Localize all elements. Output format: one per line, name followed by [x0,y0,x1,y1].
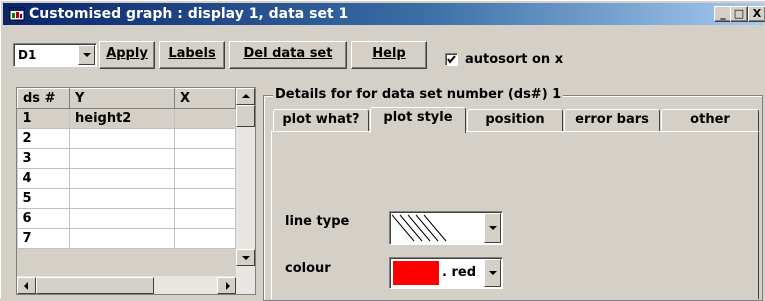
apply-button[interactable]: Apply [99,41,155,69]
customised-graph-window: Customised graph : display 1, data set 1… [0,0,765,301]
column-header-y[interactable]: Y [69,88,175,109]
close-button[interactable]: X [748,6,765,22]
colour-arrow[interactable] [484,259,501,287]
row-x-cell[interactable] [174,108,236,129]
row-y-cell[interactable] [69,128,175,149]
del-data-set-button[interactable]: Del data set [229,41,347,69]
row-y-cell[interactable] [69,148,175,169]
arrow-up-icon [241,93,250,98]
display-select-arrow[interactable] [78,45,95,65]
arrow-down-icon [241,255,250,260]
row-ds-cell[interactable]: 6 [17,208,70,229]
table-row[interactable]: 2 [17,128,236,149]
line-type-arrow[interactable] [484,213,501,243]
row-y-cell[interactable] [69,228,175,249]
arrow-left-icon [23,281,28,290]
hatch-pattern-icon [392,214,447,242]
horizontal-scrollbar[interactable] [17,276,255,294]
colour-value: . red [442,265,476,280]
autosort-label: autosort on x [465,52,564,67]
tab-error-bars[interactable]: error bars [564,109,660,131]
column-header-x[interactable]: X [174,88,236,109]
details-group-label: Details for for data set number (ds#) 1 [273,87,564,102]
chevron-down-icon [82,53,91,57]
arrow-right-icon [225,281,230,290]
table-row[interactable]: 7 [17,228,236,249]
scroll-up-button[interactable] [236,88,255,105]
row-x-cell[interactable] [174,188,236,209]
colour-select[interactable]: . red [389,257,503,289]
vertical-scroll-thumb[interactable] [236,105,255,127]
app-icon [9,6,25,22]
title-bar[interactable]: Customised graph : display 1, data set 1… [3,3,765,25]
table-row[interactable]: 6 [17,208,236,229]
maximize-button[interactable]: □ [730,6,748,22]
labels-button[interactable]: Labels [159,41,225,69]
tab-plot-style[interactable]: plot style [370,107,466,133]
row-y-cell[interactable] [69,168,175,189]
row-x-cell[interactable] [174,208,236,229]
tab-plot-what[interactable]: plot what? [273,109,369,131]
table-row[interactable]: 3 [17,148,236,169]
row-ds-cell[interactable]: 3 [17,148,70,169]
row-x-cell[interactable] [174,148,236,169]
colour-label: colour [285,261,331,276]
line-type-label: line type [285,214,350,229]
horizontal-scroll-thumb[interactable] [36,277,154,294]
row-x-cell[interactable] [174,168,236,189]
line-type-select[interactable] [389,211,503,245]
colour-swatch [393,261,439,285]
scroll-down-button[interactable] [236,249,255,266]
tab-position[interactable]: position [467,109,563,131]
table-row[interactable]: 1 height2 [17,108,236,129]
table-row[interactable]: 5 [17,188,236,209]
display-select-value: D1 [18,48,37,62]
row-ds-cell[interactable]: 2 [17,128,70,149]
check-icon [447,55,456,64]
chevron-down-icon [488,271,497,275]
vertical-scrollbar[interactable] [236,88,255,276]
row-y-cell[interactable] [69,208,175,229]
row-x-cell[interactable] [174,128,236,149]
autosort-checkbox[interactable] [445,53,458,66]
scroll-left-button[interactable] [17,277,36,294]
data-set-table: ds # Y X 1 height2 2 3 4 5 6 7 [17,88,236,249]
row-ds-cell[interactable]: 4 [17,168,70,189]
row-y-cell[interactable]: height2 [69,108,175,129]
display-select[interactable]: D1 [13,43,97,67]
row-ds-cell[interactable]: 5 [17,188,70,209]
chevron-down-icon [488,226,497,230]
table-row[interactable]: 4 [17,168,236,189]
row-y-cell[interactable] [69,188,175,209]
row-ds-cell[interactable]: 7 [17,228,70,249]
data-set-grid: ds # Y X 1 height2 2 3 4 5 6 7 [16,87,256,295]
row-ds-cell[interactable]: 1 [17,108,70,129]
window-title: Customised graph : display 1, data set 1 [29,6,349,22]
column-header-ds[interactable]: ds # [17,88,70,109]
row-x-cell[interactable] [174,228,236,249]
scroll-right-button[interactable] [217,277,236,294]
help-button[interactable]: Help [351,41,427,69]
tab-other[interactable]: other [661,109,759,131]
